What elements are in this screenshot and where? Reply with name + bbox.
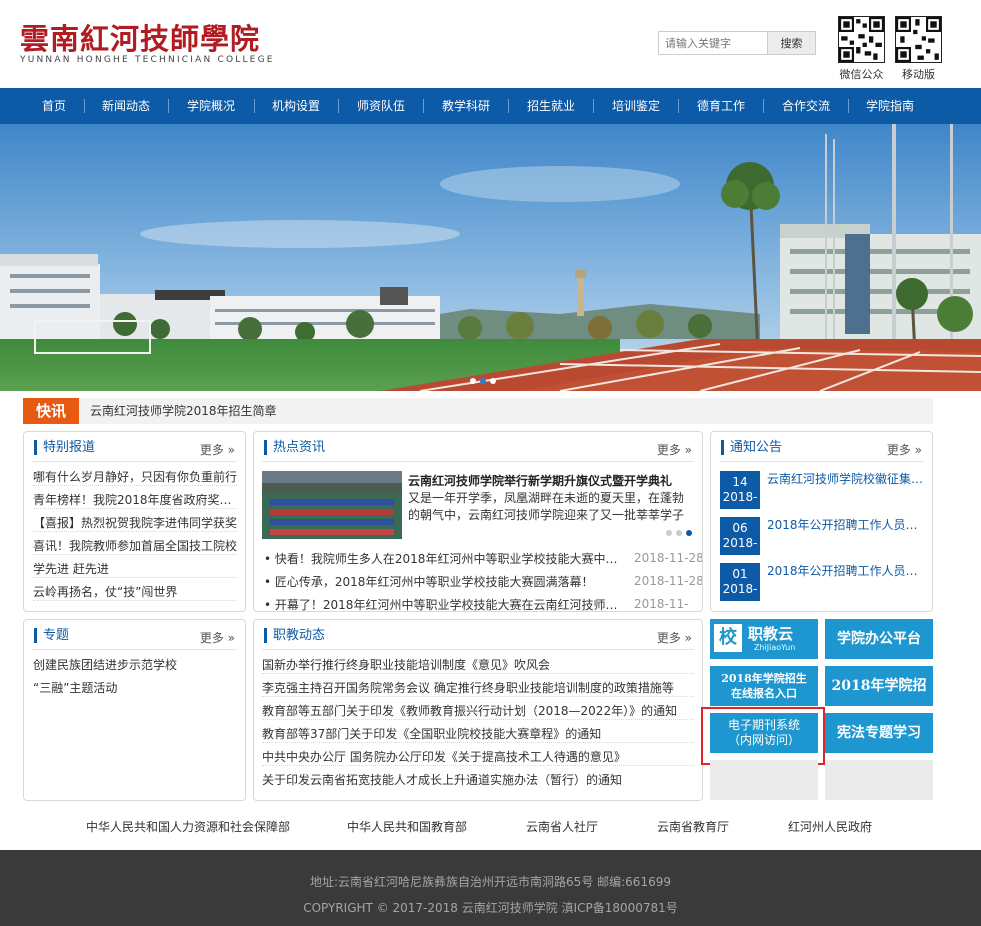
footer-address: 地址:云南省红河哈尼族彝族自治州开远市南洞路65号 邮编:661699 bbox=[310, 875, 671, 889]
mobile-qr-label: 移动版 bbox=[902, 68, 935, 80]
vocational-news-item[interactable]: 李克强主持召开国务院常务会议 确定推行终身职业技能培训制度的政策措施等 bbox=[262, 680, 694, 697]
hot-news-panel: 热点资讯 更多 » 云南红河技师学院举行新学期升旗仪式暨开学典礼 又是一年开学季… bbox=[253, 431, 703, 612]
notice-date-badge: 06 2018- bbox=[720, 517, 760, 555]
special-report-item[interactable]: 青年榜样！我院2018年度省政府奖学金 bbox=[33, 492, 237, 509]
notice-more-link[interactable]: 更多 » bbox=[887, 441, 922, 458]
link-honghe-government[interactable]: 红河州人民政府 bbox=[788, 818, 872, 835]
wechat-qr: 微信公众号 bbox=[838, 16, 885, 80]
hot-news-item[interactable]: • 开幕了！2018年红河州中等职业学校技能大赛在云南红河技师学院开幕 bbox=[264, 597, 626, 611]
zhijiaoyun-label: 职教云 bbox=[748, 625, 794, 643]
notice-date-badge: 14 2018- bbox=[720, 471, 760, 509]
zhijiaoyun-logo-icon: 校 bbox=[714, 624, 742, 652]
link-yn-education[interactable]: 云南省教育厅 bbox=[657, 818, 729, 835]
hot-news-dot-2[interactable] bbox=[676, 530, 682, 536]
hot-news-item[interactable]: • 匠心传承，2018年红河州中等职业学校技能大赛圆满落幕！ bbox=[264, 574, 626, 591]
nav-about[interactable]: 学院概况 bbox=[173, 88, 249, 124]
vocational-news-panel: 职教动态 更多 » 国新办举行推行终身职业技能培训制度《意见》吹风会 李克强主持… bbox=[253, 619, 703, 801]
empty-tile bbox=[825, 760, 933, 800]
nav-cooperation[interactable]: 合作交流 bbox=[768, 88, 844, 124]
e-journal-button[interactable]: 电子期刊系统 （内网访问） bbox=[710, 713, 818, 753]
mobile-qr: 移动版 bbox=[895, 16, 942, 80]
topic-more-link[interactable]: 更多 » bbox=[200, 629, 235, 646]
campus-banner[interactable] bbox=[0, 124, 981, 391]
office-platform-button[interactable]: 学院办公平台 bbox=[825, 619, 933, 659]
notice-item[interactable]: 2018年公开招聘工作人员面试公告 bbox=[767, 563, 925, 580]
vocational-news-item[interactable]: 中共中央办公厅 国务院办公厅印发《关于提高技术工人待遇的意见》 bbox=[262, 749, 694, 766]
campus-photo bbox=[0, 124, 981, 391]
wechat-qr-code-icon bbox=[838, 16, 885, 63]
nav-moral-education[interactable]: 德育工作 bbox=[683, 88, 759, 124]
zhijiaoyun-button[interactable]: 校 职教云 ZhiJiaoYun bbox=[710, 619, 818, 659]
enrollment-button[interactable]: 2018年学院招生 bbox=[825, 666, 933, 734]
mobile-qr-code-icon bbox=[895, 16, 942, 63]
notice-title: 通知公告 bbox=[721, 440, 782, 455]
hot-news-date: 2018-11-28 bbox=[634, 551, 703, 565]
online-enrollment-button[interactable]: 2018年学院招生 在线报名入口 bbox=[710, 666, 818, 706]
hot-news-feature-title[interactable]: 云南红河技师学院举行新学期升旗仪式暨开学典礼 bbox=[408, 472, 672, 489]
hot-news-date: 2018-11-28 bbox=[634, 574, 703, 588]
special-report-title: 特别报道 bbox=[34, 440, 95, 455]
special-report-more-link[interactable]: 更多 » bbox=[200, 441, 235, 458]
hot-news-feature-summary: 又是一年开学季，凤凰湖畔在未逝的夏天里，在蓬勃的朝气中，云南红河技师学院迎来了又… bbox=[408, 491, 685, 522]
vocational-news-item[interactable]: 教育部等五部门关于印发《教师教育振兴行动计划（2018—2022年）》的通知 bbox=[262, 703, 694, 720]
wechat-qr-label: 微信公众号 bbox=[839, 68, 884, 80]
nav-teaching-research[interactable]: 教学科研 bbox=[428, 88, 504, 124]
notice-item[interactable]: 2018年公开招聘工作人员面试公告 bbox=[767, 517, 925, 534]
link-mohrss[interactable]: 中华人民共和国人力资源和社会保障部 bbox=[86, 818, 290, 835]
link-moe[interactable]: 中华人民共和国教育部 bbox=[347, 818, 467, 835]
nav-news[interactable]: 新闻动态 bbox=[89, 88, 163, 124]
notice-date-badge: 01 2018- bbox=[720, 563, 760, 601]
special-report-item[interactable]: 云岭再扬名，仗“技”闯世界 bbox=[33, 584, 237, 601]
hot-news-item[interactable]: • 快看！我院师生多人在2018年红河州中等职业学校技能大赛中获奖 bbox=[264, 551, 626, 568]
nav-admission-employment[interactable]: 招生就业 bbox=[513, 88, 589, 124]
nav-faculty[interactable]: 师资队伍 bbox=[343, 88, 419, 124]
nav-training[interactable]: 培训鉴定 bbox=[598, 88, 674, 124]
hot-news-more-link[interactable]: 更多 » bbox=[657, 441, 692, 458]
vocational-news-item[interactable]: 关于印发云南省拓宽技能人才成长上升通道实施办法（暂行）的通知 bbox=[262, 772, 694, 789]
footer-copyright: COPYRIGHT © 2017-2018 云南红河技师学院 滇ICP备1800… bbox=[303, 901, 678, 915]
hot-news-title: 热点资讯 bbox=[264, 440, 325, 455]
topic-panel: 专题 更多 » 创建民族团结进步示范学校 “三融”主题活动 bbox=[23, 619, 246, 801]
hot-news-dot-3[interactable] bbox=[686, 530, 692, 536]
hot-news-dot-1[interactable] bbox=[666, 530, 672, 536]
banner-dot-2[interactable] bbox=[480, 378, 486, 384]
topic-item[interactable]: “三融”主题活动 bbox=[33, 680, 237, 697]
topic-item[interactable]: 创建民族团结进步示范学校 bbox=[33, 657, 237, 674]
empty-tile bbox=[710, 760, 818, 800]
notice-item[interactable]: 云南红河技师学院校徽征集启事 bbox=[767, 471, 925, 488]
constitution-study-button[interactable]: 宪法专题学习 bbox=[825, 713, 933, 753]
nav-guide[interactable]: 学院指南 bbox=[852, 88, 928, 124]
notice-panel: 通知公告 更多 » 14 2018- 云南红河技师学院校徽征集启事 06 2018-… bbox=[710, 431, 933, 612]
special-report-item[interactable]: 【喜报】热烈祝贺我院李进伟同学获奖 bbox=[33, 515, 237, 532]
nav-organization[interactable]: 机构设置 bbox=[259, 88, 333, 124]
zhijiaoyun-subtitle: ZhiJiaoYun bbox=[754, 643, 796, 652]
banner-dot-3[interactable] bbox=[490, 378, 496, 384]
hot-news-date: 2018-11- bbox=[634, 597, 689, 611]
flash-news-link[interactable]: 云南红河技师学院2018年招生简章 bbox=[90, 398, 277, 424]
search-button[interactable]: 搜索 bbox=[768, 31, 816, 55]
flash-news-tag: 快讯 bbox=[23, 398, 79, 424]
vocational-news-item[interactable]: 国新办举行推行终身职业技能培训制度《意见》吹风会 bbox=[262, 657, 694, 674]
hot-news-feature-image[interactable] bbox=[262, 471, 402, 539]
link-yn-hrss[interactable]: 云南省人社厅 bbox=[526, 818, 598, 835]
topic-title: 专题 bbox=[34, 628, 69, 643]
banner-dot-1[interactable] bbox=[470, 378, 476, 384]
special-report-item[interactable]: 学先进 赶先进 bbox=[33, 561, 237, 578]
vocational-news-more-link[interactable]: 更多 » bbox=[657, 629, 692, 646]
nav-home[interactable]: 首页 bbox=[29, 88, 79, 124]
special-report-panel: 特别报道 更多 » 哪有什么岁月静好，只因有你负重前行 青年榜样！我院2018年… bbox=[23, 431, 246, 612]
special-report-item[interactable]: 喜讯！我院教师参加首届全国技工院校 bbox=[33, 538, 237, 555]
vocational-news-title: 职教动态 bbox=[264, 628, 325, 643]
college-logo-subtitle: YUNNAN HONGHE TECHNICIAN COLLEGE bbox=[20, 55, 275, 65]
search-input[interactable] bbox=[658, 31, 768, 55]
special-report-item[interactable]: 哪有什么岁月静好，只因有你负重前行 bbox=[33, 469, 237, 486]
college-logo-text[interactable]: 雲南紅河技師學院 bbox=[20, 16, 260, 58]
footer: 地址:云南省红河哈尼族彝族自治州开远市南洞路65号 邮编:661699 COPY… bbox=[0, 850, 981, 926]
main-nav: 首页 新闻动态 学院概况 机构设置 师资队伍 教学科研 招生就业 培训鉴定 德育… bbox=[0, 88, 981, 124]
vocational-news-item[interactable]: 教育部等37部门关于印发《全国职业院校技能大赛章程》的通知 bbox=[262, 726, 694, 743]
